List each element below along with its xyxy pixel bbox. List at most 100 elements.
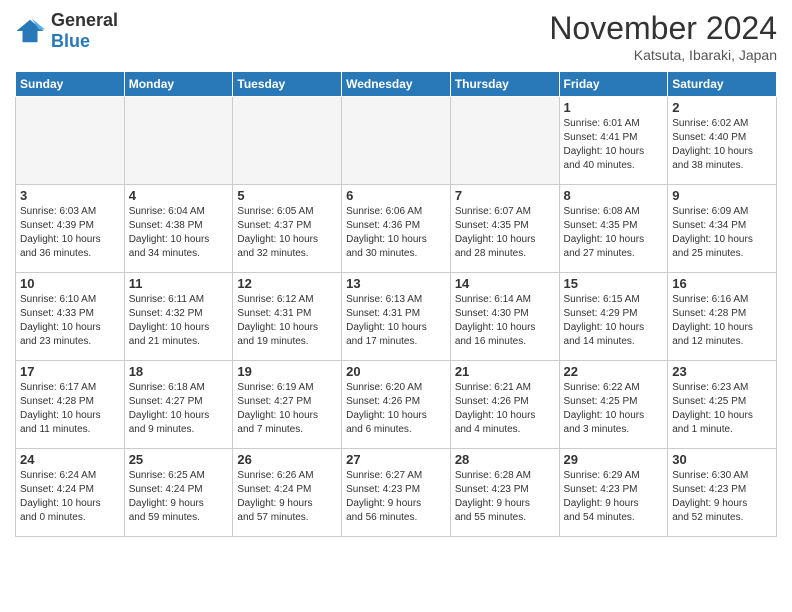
day-info: Sunrise: 6:25 AM Sunset: 4:24 PM Dayligh… bbox=[129, 469, 229, 525]
day-info: Sunrise: 6:14 AM Sunset: 4:30 PM Dayligh… bbox=[455, 293, 555, 349]
header: General Blue November 2024 Katsuta, Ibar… bbox=[15, 10, 777, 63]
col-tuesday: Tuesday bbox=[233, 72, 342, 97]
table-row: 4 Sunrise: 6:04 AM Sunset: 4:38 PM Daylig… bbox=[124, 185, 233, 273]
day-info: Sunrise: 6:16 AM Sunset: 4:28 PM Dayligh… bbox=[672, 293, 772, 349]
table-row: 26 Sunrise: 6:26 AM Sunset: 4:24 PM Dayli… bbox=[233, 449, 342, 537]
col-wednesday: Wednesday bbox=[342, 72, 451, 97]
table-row bbox=[342, 97, 451, 185]
day-number: 7 bbox=[455, 188, 555, 203]
day-info: Sunrise: 6:01 AM Sunset: 4:41 PM Dayligh… bbox=[564, 117, 664, 173]
day-number: 18 bbox=[129, 364, 229, 379]
table-row: 25 Sunrise: 6:25 AM Sunset: 4:24 PM Dayli… bbox=[124, 449, 233, 537]
table-row: 13Sunrise: 6:13 AM Sunset: 4:31 PM Dayli… bbox=[342, 273, 451, 361]
day-info: Sunrise: 6:27 AM Sunset: 4:23 PM Dayligh… bbox=[346, 469, 446, 525]
table-row: 21 Sunrise: 6:21 AM Sunset: 4:26 PM Dayli… bbox=[450, 361, 559, 449]
day-info: Sunrise: 6:09 AM Sunset: 4:34 PM Dayligh… bbox=[672, 205, 772, 261]
day-number: 4 bbox=[129, 188, 229, 203]
col-sunday: Sunday bbox=[16, 72, 125, 97]
day-info: Sunrise: 6:26 AM Sunset: 4:24 PM Dayligh… bbox=[237, 469, 337, 525]
table-row: 18 Sunrise: 6:18 AM Sunset: 4:27 PM Dayli… bbox=[124, 361, 233, 449]
day-number: 29 bbox=[564, 452, 664, 467]
table-row: 5 Sunrise: 6:05 AM Sunset: 4:37 PM Daylig… bbox=[233, 185, 342, 273]
day-info: Sunrise: 6:13 AM Sunset: 4:31 PM Dayligh… bbox=[346, 293, 446, 349]
day-info: Sunrise: 6:10 AM Sunset: 4:33 PM Dayligh… bbox=[20, 293, 120, 349]
day-info: Sunrise: 6:07 AM Sunset: 4:35 PM Dayligh… bbox=[455, 205, 555, 261]
table-row: 29 Sunrise: 6:29 AM Sunset: 4:23 PM Dayli… bbox=[559, 449, 668, 537]
calendar-header-row: Sunday Monday Tuesday Wednesday Thursday… bbox=[16, 72, 777, 97]
day-number: 10 bbox=[20, 276, 120, 291]
calendar-table: Sunday Monday Tuesday Wednesday Thursday… bbox=[15, 71, 777, 537]
day-number: 14 bbox=[455, 276, 555, 291]
calendar-week-row: 17Sunrise: 6:17 AM Sunset: 4:28 PM Dayli… bbox=[16, 361, 777, 449]
col-thursday: Thursday bbox=[450, 72, 559, 97]
day-number: 25 bbox=[129, 452, 229, 467]
table-row: 2Sunrise: 6:02 AM Sunset: 4:40 PM Daylig… bbox=[668, 97, 777, 185]
table-row: 20 Sunrise: 6:20 AM Sunset: 4:26 PM Dayli… bbox=[342, 361, 451, 449]
day-number: 21 bbox=[455, 364, 555, 379]
day-info: Sunrise: 6:04 AM Sunset: 4:38 PM Dayligh… bbox=[129, 205, 229, 261]
day-number: 16 bbox=[672, 276, 772, 291]
calendar-week-row: 10 Sunrise: 6:10 AM Sunset: 4:33 PM Dayli… bbox=[16, 273, 777, 361]
location: Katsuta, Ibaraki, Japan bbox=[549, 47, 777, 63]
day-info: Sunrise: 6:30 AM Sunset: 4:23 PM Dayligh… bbox=[672, 469, 772, 525]
day-info: Sunrise: 6:12 AM Sunset: 4:31 PM Dayligh… bbox=[237, 293, 337, 349]
logo-icon bbox=[15, 16, 45, 46]
day-info: Sunrise: 6:24 AM Sunset: 4:24 PM Dayligh… bbox=[20, 469, 120, 525]
table-row: 15Sunrise: 6:15 AM Sunset: 4:29 PM Dayli… bbox=[559, 273, 668, 361]
day-number: 27 bbox=[346, 452, 446, 467]
day-info: Sunrise: 6:18 AM Sunset: 4:27 PM Dayligh… bbox=[129, 381, 229, 437]
day-info: Sunrise: 6:11 AM Sunset: 4:32 PM Dayligh… bbox=[129, 293, 229, 349]
table-row: 3 Sunrise: 6:03 AM Sunset: 4:39 PM Daylig… bbox=[16, 185, 125, 273]
title-block: November 2024 Katsuta, Ibaraki, Japan bbox=[549, 10, 777, 63]
table-row: 14 Sunrise: 6:14 AM Sunset: 4:30 PM Dayli… bbox=[450, 273, 559, 361]
day-number: 30 bbox=[672, 452, 772, 467]
day-info: Sunrise: 6:08 AM Sunset: 4:35 PM Dayligh… bbox=[564, 205, 664, 261]
table-row: 8 Sunrise: 6:08 AM Sunset: 4:35 PM Daylig… bbox=[559, 185, 668, 273]
day-info: Sunrise: 6:05 AM Sunset: 4:37 PM Dayligh… bbox=[237, 205, 337, 261]
table-row bbox=[16, 97, 125, 185]
day-number: 5 bbox=[237, 188, 337, 203]
day-number: 15 bbox=[564, 276, 664, 291]
day-number: 22 bbox=[564, 364, 664, 379]
day-info: Sunrise: 6:06 AM Sunset: 4:36 PM Dayligh… bbox=[346, 205, 446, 261]
table-row: 23Sunrise: 6:23 AM Sunset: 4:25 PM Dayli… bbox=[668, 361, 777, 449]
table-row: 22 Sunrise: 6:22 AM Sunset: 4:25 PM Dayli… bbox=[559, 361, 668, 449]
day-info: Sunrise: 6:02 AM Sunset: 4:40 PM Dayligh… bbox=[672, 117, 772, 173]
day-number: 17 bbox=[20, 364, 120, 379]
day-info: Sunrise: 6:23 AM Sunset: 4:25 PM Dayligh… bbox=[672, 381, 772, 437]
table-row: 27 Sunrise: 6:27 AM Sunset: 4:23 PM Dayli… bbox=[342, 449, 451, 537]
table-row: 28Sunrise: 6:28 AM Sunset: 4:23 PM Dayli… bbox=[450, 449, 559, 537]
table-row: 19 Sunrise: 6:19 AM Sunset: 4:27 PM Dayli… bbox=[233, 361, 342, 449]
logo-text: General Blue bbox=[51, 10, 118, 52]
day-info: Sunrise: 6:20 AM Sunset: 4:26 PM Dayligh… bbox=[346, 381, 446, 437]
table-row: 24 Sunrise: 6:24 AM Sunset: 4:24 PM Dayli… bbox=[16, 449, 125, 537]
day-info: Sunrise: 6:21 AM Sunset: 4:26 PM Dayligh… bbox=[455, 381, 555, 437]
day-number: 9 bbox=[672, 188, 772, 203]
logo-general: General bbox=[51, 10, 118, 31]
day-info: Sunrise: 6:22 AM Sunset: 4:25 PM Dayligh… bbox=[564, 381, 664, 437]
day-number: 28 bbox=[455, 452, 555, 467]
day-number: 8 bbox=[564, 188, 664, 203]
col-monday: Monday bbox=[124, 72, 233, 97]
day-number: 24 bbox=[20, 452, 120, 467]
day-info: Sunrise: 6:03 AM Sunset: 4:39 PM Dayligh… bbox=[20, 205, 120, 261]
logo: General Blue bbox=[15, 10, 118, 52]
logo-blue: Blue bbox=[51, 31, 118, 52]
day-number: 26 bbox=[237, 452, 337, 467]
month-title: November 2024 bbox=[549, 10, 777, 47]
day-info: Sunrise: 6:19 AM Sunset: 4:27 PM Dayligh… bbox=[237, 381, 337, 437]
day-number: 20 bbox=[346, 364, 446, 379]
table-row bbox=[233, 97, 342, 185]
table-row: 6 Sunrise: 6:06 AM Sunset: 4:36 PM Daylig… bbox=[342, 185, 451, 273]
col-saturday: Saturday bbox=[668, 72, 777, 97]
day-number: 19 bbox=[237, 364, 337, 379]
calendar-week-row: 1 Sunrise: 6:01 AM Sunset: 4:41 PM Daylig… bbox=[16, 97, 777, 185]
table-row: 9 Sunrise: 6:09 AM Sunset: 4:34 PM Daylig… bbox=[668, 185, 777, 273]
day-number: 1 bbox=[564, 100, 664, 115]
col-friday: Friday bbox=[559, 72, 668, 97]
day-number: 6 bbox=[346, 188, 446, 203]
day-number: 3 bbox=[20, 188, 120, 203]
day-info: Sunrise: 6:29 AM Sunset: 4:23 PM Dayligh… bbox=[564, 469, 664, 525]
table-row: 16 Sunrise: 6:16 AM Sunset: 4:28 PM Dayli… bbox=[668, 273, 777, 361]
calendar-week-row: 3 Sunrise: 6:03 AM Sunset: 4:39 PM Daylig… bbox=[16, 185, 777, 273]
